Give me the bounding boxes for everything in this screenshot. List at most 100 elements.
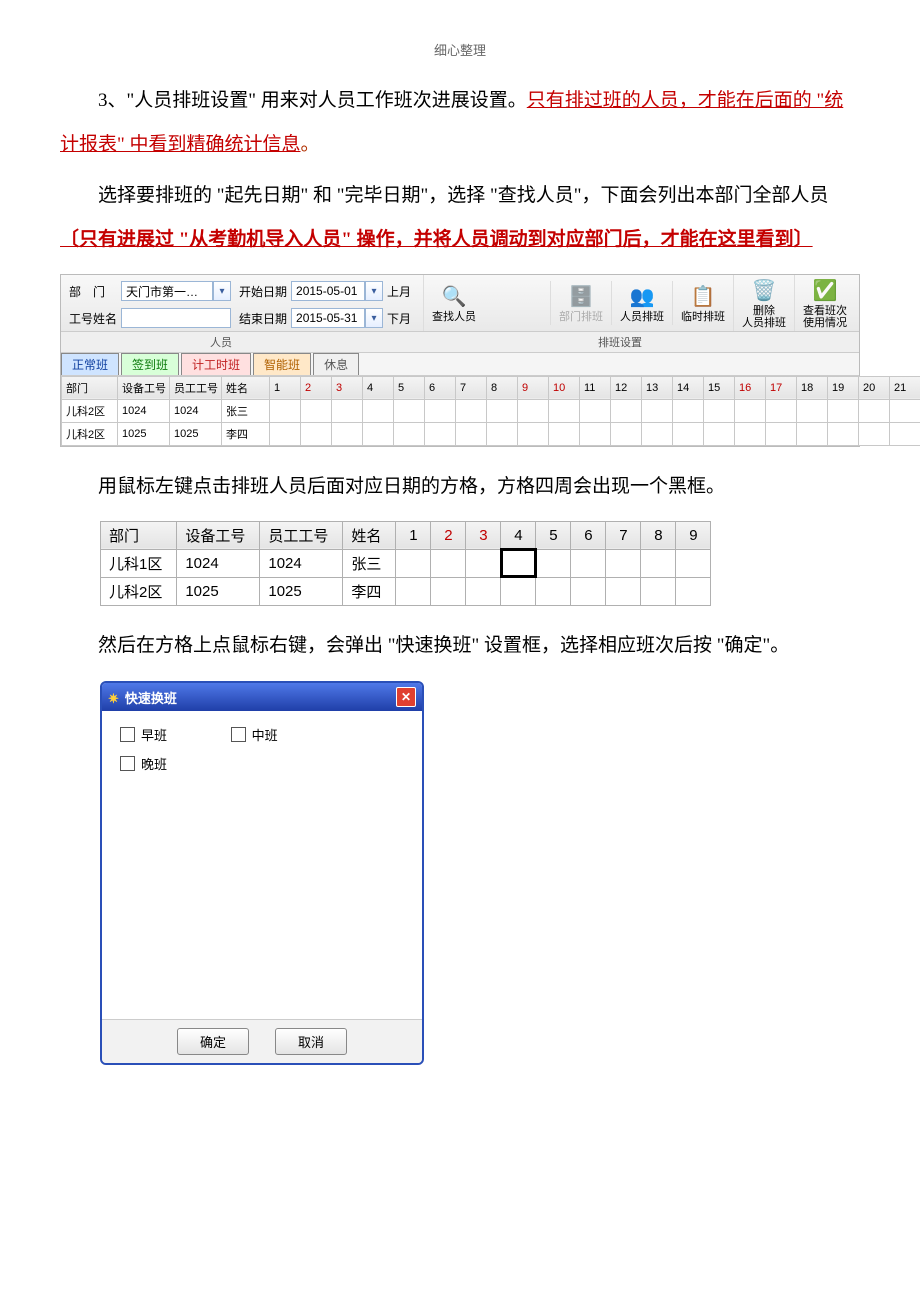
day-cell[interactable] [641, 577, 676, 605]
option-mid[interactable]: 中班 [231, 725, 278, 744]
day-cell[interactable] [501, 577, 536, 605]
day-cell[interactable] [332, 422, 363, 445]
day-cell[interactable] [606, 577, 641, 605]
day-cell[interactable] [766, 422, 797, 445]
mini-grid[interactable]: 部门设备工号员工工号姓名123456789 儿科1区10241024张三儿科2区… [100, 521, 711, 606]
day-cell[interactable] [704, 399, 735, 422]
emp-input[interactable] [121, 308, 231, 328]
day-cell[interactable] [396, 577, 431, 605]
day-cell[interactable] [766, 399, 797, 422]
table-row[interactable]: 儿科2区10241024张三 [62, 399, 920, 422]
day-cell[interactable] [363, 399, 394, 422]
day-cell[interactable] [611, 422, 642, 445]
day-cell[interactable] [487, 399, 518, 422]
day-cell[interactable] [735, 422, 766, 445]
day-cell[interactable] [466, 577, 501, 605]
day-cell[interactable] [518, 399, 549, 422]
day-cell[interactable] [394, 399, 425, 422]
day-cell[interactable] [571, 549, 606, 577]
day-cell[interactable] [828, 399, 859, 422]
schedule-grid[interactable]: 部门设备工号员工工号姓名1234567891011121314151617181… [61, 376, 920, 446]
person-schedule-button[interactable]: 👥 人员排班 [611, 281, 672, 325]
dept-input[interactable] [121, 281, 213, 301]
day-cell[interactable] [549, 422, 580, 445]
day-cell[interactable] [673, 399, 704, 422]
search-person-button[interactable]: 🔍 查找人员 [423, 275, 484, 331]
day-cell[interactable] [431, 549, 466, 577]
option-morning[interactable]: 早班 [120, 725, 167, 744]
day-cell[interactable] [301, 399, 332, 422]
dialog-titlebar[interactable]: ✷快速换班 ✕ [102, 683, 422, 711]
day-header: 4 [363, 376, 394, 399]
start-date-input[interactable] [291, 281, 365, 301]
table-row[interactable]: 儿科1区10241024张三 [101, 549, 711, 577]
day-cell[interactable] [580, 422, 611, 445]
day-cell[interactable] [676, 577, 711, 605]
day-cell[interactable] [549, 399, 580, 422]
day-cell[interactable] [456, 399, 487, 422]
close-icon[interactable]: ✕ [396, 687, 416, 707]
next-month-link[interactable]: 下月 [387, 310, 411, 327]
day-cell[interactable] [890, 422, 920, 445]
day-cell[interactable] [487, 422, 518, 445]
day-cell[interactable] [735, 399, 766, 422]
toolbar-filters: 部 门 ▾ 开始日期 ▾ 上月 工号姓名 结束日期 ▾ 下月 [61, 275, 423, 331]
day-cell[interactable] [536, 549, 571, 577]
day-cell[interactable] [363, 422, 394, 445]
day-cell[interactable] [394, 422, 425, 445]
day-cell[interactable] [797, 399, 828, 422]
day-cell[interactable] [270, 399, 301, 422]
day-cell[interactable] [571, 577, 606, 605]
day-cell[interactable] [642, 399, 673, 422]
day-cell[interactable] [676, 549, 711, 577]
day-cell[interactable] [536, 577, 571, 605]
day-header: 3 [466, 521, 501, 549]
cell: 1025 [177, 577, 260, 605]
start-date-dropdown-icon[interactable]: ▾ [365, 281, 383, 301]
day-cell[interactable] [332, 399, 363, 422]
table-row[interactable]: 儿科2区10251025李四 [101, 577, 711, 605]
day-cell[interactable] [859, 422, 890, 445]
day-cell[interactable] [859, 399, 890, 422]
day-cell[interactable] [518, 422, 549, 445]
day-cell[interactable] [828, 422, 859, 445]
tab-hours[interactable]: 计工时班 [181, 353, 251, 375]
day-cell[interactable] [611, 399, 642, 422]
day-cell[interactable] [501, 549, 536, 577]
view-usage-button[interactable]: ✅ 查看班次 使用情况 [794, 275, 855, 331]
day-cell[interactable] [890, 399, 920, 422]
day-cell[interactable] [704, 422, 735, 445]
day-cell[interactable] [641, 549, 676, 577]
tab-rest[interactable]: 休息 [313, 353, 359, 375]
day-cell[interactable] [642, 422, 673, 445]
tab-signin[interactable]: 签到班 [121, 353, 179, 375]
day-cell[interactable] [797, 422, 828, 445]
end-date-dropdown-icon[interactable]: ▾ [365, 308, 383, 328]
delete-schedule-button[interactable]: 🗑️ 删除 人员排班 [733, 275, 794, 331]
tab-smart[interactable]: 智能班 [253, 353, 311, 375]
day-cell[interactable] [270, 422, 301, 445]
day-cell[interactable] [396, 549, 431, 577]
prev-month-link[interactable]: 上月 [387, 283, 411, 300]
ok-button[interactable]: 确定 [177, 1028, 249, 1055]
temp-schedule-button[interactable]: 📋 临时排班 [672, 281, 733, 325]
day-cell[interactable] [606, 549, 641, 577]
end-date-input[interactable] [291, 308, 365, 328]
cancel-button[interactable]: 取消 [275, 1028, 347, 1055]
option-night[interactable]: 晚班 [120, 754, 167, 773]
day-cell[interactable] [456, 422, 487, 445]
dialog-icon: ✷ [108, 691, 119, 706]
day-cell[interactable] [466, 549, 501, 577]
day-cell[interactable] [301, 422, 332, 445]
table-row[interactable]: 儿科2区10251025李四 [62, 422, 920, 445]
day-header: 5 [394, 376, 425, 399]
day-cell[interactable] [673, 422, 704, 445]
tab-normal[interactable]: 正常班 [61, 353, 119, 375]
day-cell[interactable] [580, 399, 611, 422]
day-cell[interactable] [425, 422, 456, 445]
day-cell[interactable] [431, 577, 466, 605]
day-header: 6 [571, 521, 606, 549]
day-cell[interactable] [425, 399, 456, 422]
cell: 儿科2区 [101, 577, 177, 605]
dept-dropdown-icon[interactable]: ▾ [213, 281, 231, 301]
